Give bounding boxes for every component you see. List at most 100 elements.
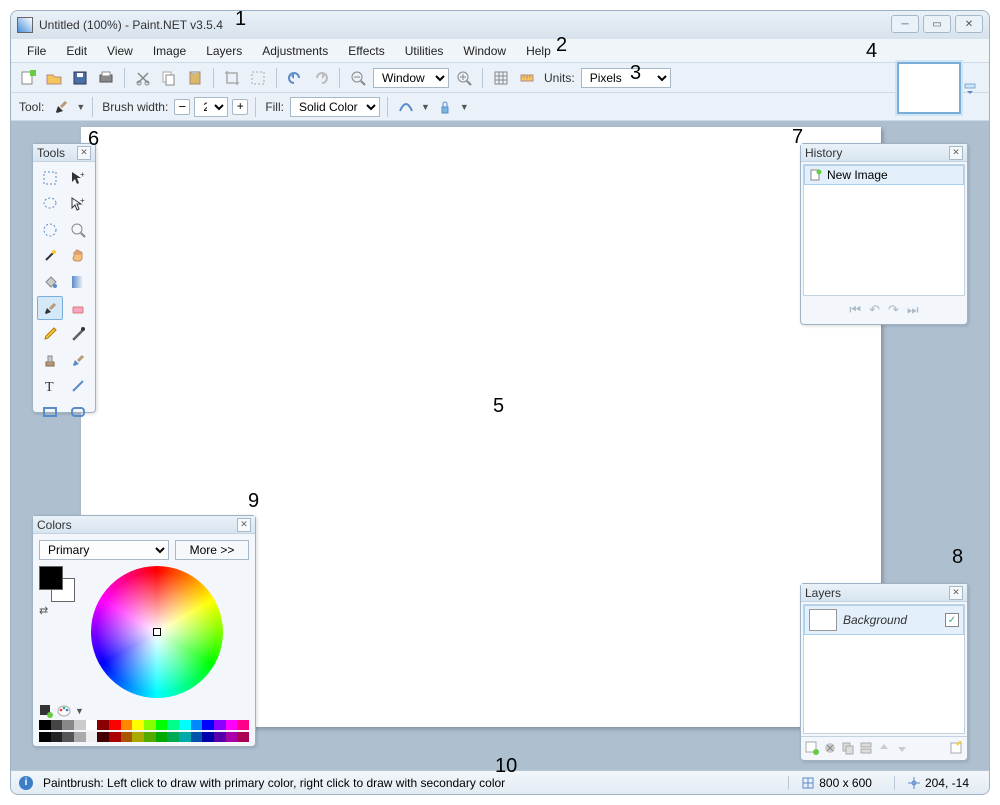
annotation-5: 5 [493,395,504,418]
zoom-out-icon[interactable] [347,67,369,89]
tools-panel-header[interactable]: Tools ✕ [33,144,95,162]
menu-edit[interactable]: Edit [56,41,97,61]
annotation-3: 3 [630,62,641,85]
layer-thumbnail [809,609,837,631]
menu-image[interactable]: Image [143,41,196,61]
save-icon[interactable] [69,67,91,89]
magic-wand-tool[interactable] [37,244,63,268]
units-select[interactable]: Pixels [581,68,671,88]
layers-panel-close-icon[interactable]: ✕ [949,586,963,600]
colors-panel-header[interactable]: Colors ✕ [33,516,255,534]
palette-row-1[interactable] [39,720,249,730]
color-target-select[interactable]: Primary [39,540,169,560]
history-forward-icon[interactable]: ⏭ [907,302,919,318]
brush-width-minus[interactable]: − [174,99,190,115]
palette-options-icon[interactable] [57,704,71,718]
zoom-in-icon[interactable] [453,67,475,89]
more-colors-button[interactable]: More >> [175,540,249,560]
brush-width-plus[interactable]: + [232,99,248,115]
blend-mode-icon[interactable] [434,96,456,118]
crop-icon[interactable] [221,67,243,89]
pencil-tool[interactable] [37,322,63,346]
menu-layers[interactable]: Layers [196,41,252,61]
deselect-icon[interactable] [247,67,269,89]
menu-file[interactable]: File [17,41,56,61]
move-layer-up-icon[interactable] [877,741,891,755]
tools-panel-title: Tools [37,146,65,160]
minimize-button[interactable]: ─ [891,15,919,33]
gradient-tool[interactable] [65,270,91,294]
undo-icon[interactable] [284,67,306,89]
current-tool-icon[interactable] [50,96,72,118]
clone-stamp-tool[interactable] [37,348,63,372]
annotation-2: 2 [556,34,567,57]
open-file-icon[interactable] [43,67,65,89]
maximize-button[interactable]: ▭ [923,15,951,33]
lasso-select-tool[interactable] [37,192,63,216]
fill-select[interactable]: Solid Color [290,97,380,117]
duplicate-layer-icon[interactable] [841,741,855,755]
menu-adjustments[interactable]: Adjustments [252,41,338,61]
rectangle-shape-tool[interactable] [37,400,63,424]
color-picker-tool[interactable] [65,322,91,346]
paintbrush-tool[interactable] [37,296,63,320]
history-undo-icon[interactable]: ↶ [869,302,880,318]
svg-text:T: T [45,380,54,394]
menu-effects[interactable]: Effects [338,41,394,61]
merge-down-icon[interactable] [859,741,873,755]
menu-utilities[interactable]: Utilities [395,41,454,61]
ellipse-select-tool[interactable] [37,218,63,242]
annotation-9: 9 [248,490,259,513]
menu-window[interactable]: Window [453,41,516,61]
ruler-icon[interactable] [516,67,538,89]
palette-row-2[interactable] [39,732,249,742]
history-rewind-icon[interactable]: ⏮ [849,302,861,318]
redo-icon[interactable] [310,67,332,89]
svg-text:+: + [80,196,85,205]
menu-help[interactable]: Help [516,41,561,61]
cut-icon[interactable] [132,67,154,89]
annotation-4: 4 [866,40,877,63]
swap-colors-icon[interactable]: ⇄ [39,604,83,617]
layer-row[interactable]: Background ✓ [804,605,964,635]
copy-icon[interactable] [158,67,180,89]
grid-icon[interactable] [490,67,512,89]
antialias-icon[interactable] [395,96,417,118]
history-item[interactable]: New Image [804,165,964,185]
history-panel-header[interactable]: History ✕ [801,144,967,162]
text-tool[interactable]: T [37,374,63,398]
history-redo-icon[interactable]: ↷ [888,302,899,318]
delete-layer-icon[interactable] [823,741,837,755]
layers-panel-header[interactable]: Layers ✕ [801,584,967,602]
move-selection-tool[interactable]: + [65,166,91,190]
paint-bucket-tool[interactable] [37,270,63,294]
add-layer-icon[interactable] [805,741,819,755]
layer-visibility-checkbox[interactable]: ✓ [945,613,959,627]
colors-panel-close-icon[interactable]: ✕ [237,518,251,532]
thumbnail-dropdown-icon[interactable] [964,82,976,94]
close-button[interactable]: ✕ [955,15,983,33]
line-tool[interactable] [65,374,91,398]
image-thumbnail[interactable] [897,62,961,114]
rectangle-select-tool[interactable] [37,166,63,190]
primary-color-swatch[interactable] [39,566,63,590]
paste-icon[interactable] [184,67,206,89]
fill-label: Fill: [265,100,284,114]
recolor-tool[interactable] [65,348,91,372]
add-color-icon[interactable] [39,704,53,718]
move-pixels-tool[interactable]: + [65,192,91,216]
move-layer-down-icon[interactable] [895,741,909,755]
zoom-mode-select[interactable]: Window [373,68,449,88]
brush-width-value[interactable]: 2 [194,97,228,117]
history-panel-close-icon[interactable]: ✕ [949,146,963,160]
menu-view[interactable]: View [97,41,143,61]
new-file-icon[interactable] [17,67,39,89]
zoom-tool[interactable] [65,218,91,242]
color-wheel[interactable] [91,566,223,698]
eraser-tool[interactable] [65,296,91,320]
layer-properties-icon[interactable] [949,741,963,755]
rounded-rectangle-tool[interactable] [65,400,91,424]
print-icon[interactable] [95,67,117,89]
pan-tool[interactable] [65,244,91,268]
layer-name: Background [843,613,939,627]
